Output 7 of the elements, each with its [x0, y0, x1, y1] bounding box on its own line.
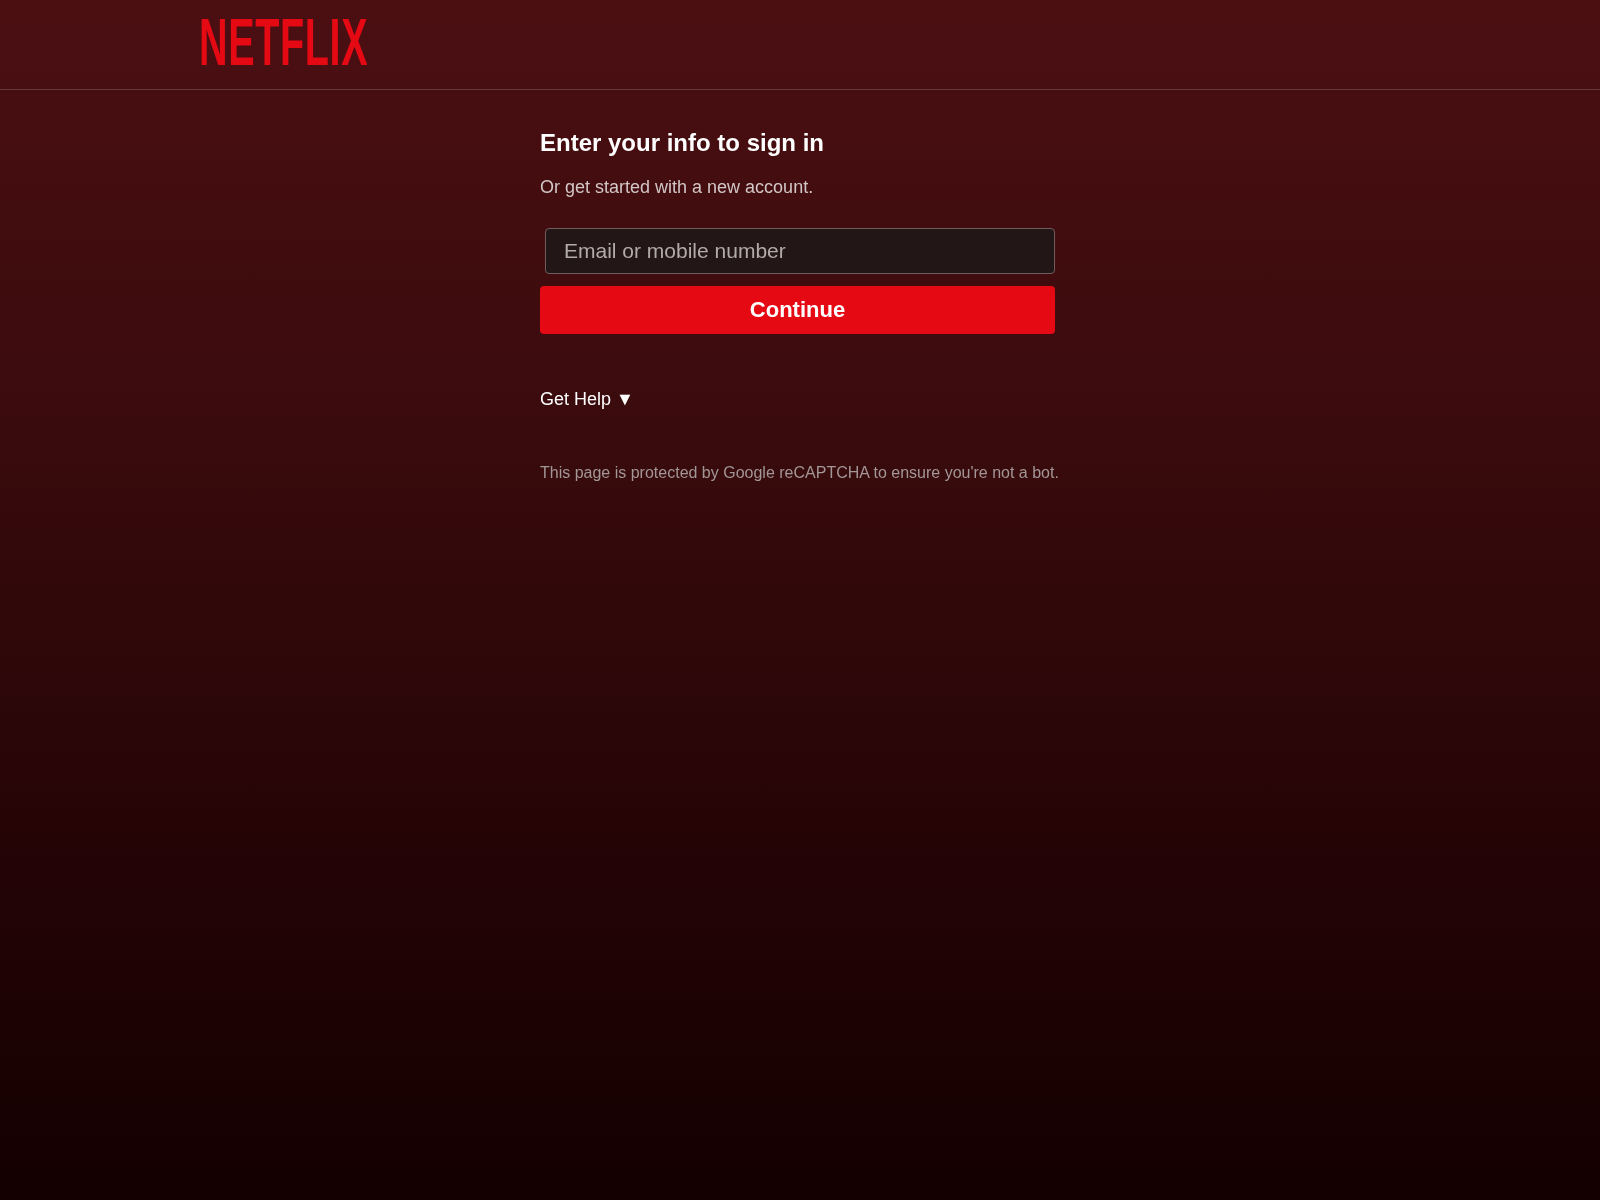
recaptcha-notice: This page is protected by Google reCAPTCHA to ensure you're not a bot.	[540, 463, 1059, 483]
page-heading: Enter your info to sign in	[540, 128, 824, 158]
help-link[interactable]: Get Help ▼	[540, 387, 634, 411]
continue-button[interactable]: Continue	[540, 286, 1055, 334]
logo-wordmark: NETFLIX	[199, 19, 369, 66]
email-input[interactable]: Email or mobile number	[545, 228, 1055, 274]
subtitle-text: Or get started with a new account.	[540, 176, 814, 199]
